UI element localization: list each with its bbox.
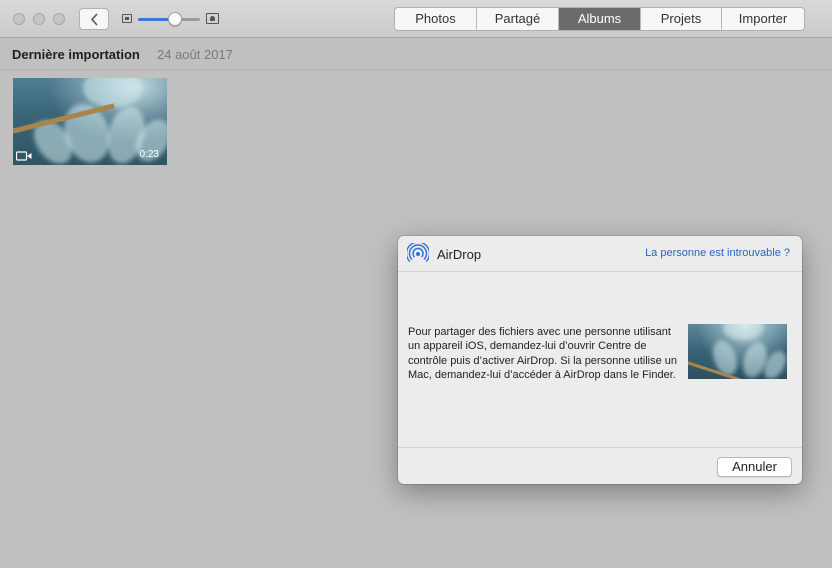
- shared-item-preview: [688, 324, 787, 379]
- cancel-button[interactable]: Annuler: [717, 457, 792, 477]
- section-title: Dernière importation: [12, 47, 140, 62]
- toolbar: Photos Partagé Albums Projets Importer: [0, 0, 832, 38]
- section-date: 24 août 2017: [157, 47, 233, 62]
- tab-importer[interactable]: Importer: [722, 8, 804, 30]
- video-duration: 0:23: [139, 149, 159, 160]
- airdrop-dialog: AirDrop La personne est introuvable ? Po…: [398, 236, 802, 484]
- dialog-title: AirDrop: [437, 247, 482, 262]
- chevron-left-icon: [90, 12, 98, 26]
- tab-partage[interactable]: Partagé: [477, 8, 559, 30]
- section-header: Dernière importation 24 août 2017: [0, 39, 832, 70]
- video-camera-icon: [16, 151, 32, 161]
- large-photo-icon: [206, 13, 219, 24]
- view-tabs: Photos Partagé Albums Projets Importer: [394, 7, 805, 31]
- zoom-window-button[interactable]: [53, 13, 65, 25]
- dialog-message: Pour partager des fichiers avec une pers…: [408, 326, 678, 381]
- thumbnail-size-slider[interactable]: [122, 11, 220, 27]
- close-window-button[interactable]: [13, 13, 25, 25]
- dialog-header: AirDrop La personne est introuvable ?: [398, 236, 802, 272]
- back-button[interactable]: [79, 8, 109, 30]
- tab-projets[interactable]: Projets: [641, 8, 722, 30]
- minimize-window-button[interactable]: [33, 13, 45, 25]
- tab-photos[interactable]: Photos: [395, 8, 477, 30]
- small-photo-icon: [122, 14, 132, 23]
- slider-knob[interactable]: [168, 12, 183, 26]
- airdrop-icon: [407, 243, 429, 263]
- person-not-found-link[interactable]: La personne est introuvable ?: [645, 247, 790, 259]
- tab-albums[interactable]: Albums: [559, 8, 641, 30]
- video-thumbnail[interactable]: 0:23: [13, 78, 167, 165]
- dialog-divider: [398, 447, 802, 448]
